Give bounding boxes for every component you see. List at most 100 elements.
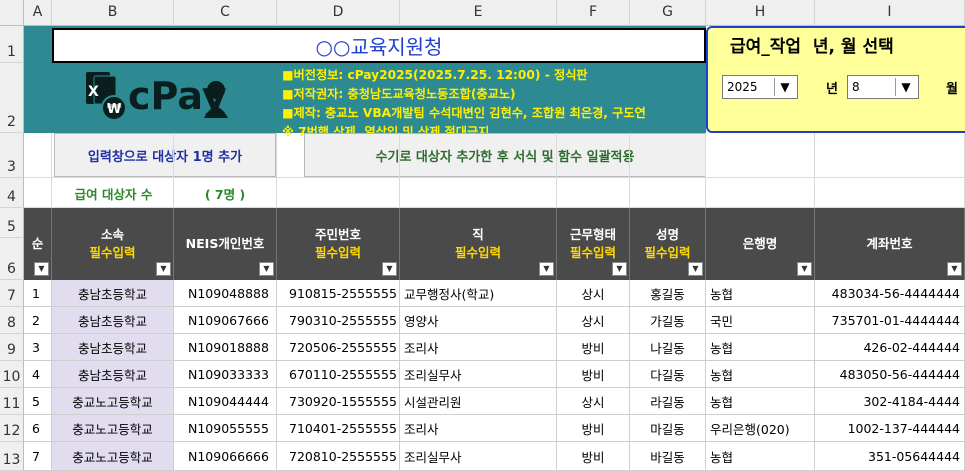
sheet-cell[interactable] [52,133,174,178]
row-header-3[interactable]: 3 [0,133,24,178]
cell-worktype[interactable]: 방비 [557,442,630,471]
sheet-cell[interactable] [277,133,400,178]
cell-job[interactable]: 조리실무사 [400,442,557,471]
cell-neis[interactable]: N109018888 [174,334,277,361]
cell-rrn[interactable]: 710401-2555555 [277,415,400,442]
cell-name[interactable]: 나길동 [630,334,706,361]
sheet-cell[interactable] [174,133,277,178]
sheet-cell[interactable] [24,178,52,208]
column-header-f[interactable]: F [557,0,630,26]
sheet-cell[interactable] [557,133,630,178]
select-all-corner[interactable] [0,0,24,26]
cell-seq[interactable]: 6 [24,415,52,442]
cell-neis[interactable]: N109067666 [174,307,277,334]
cell-dept[interactable]: 충남초등학교 [52,334,174,361]
sheet-cell[interactable] [174,178,277,208]
cell-name[interactable]: 다길동 [630,361,706,388]
cell-dept[interactable]: 충남초등학교 [52,307,174,334]
filter-dropdown-icon[interactable]: ▼ [156,262,171,276]
cell-worktype[interactable]: 상시 [557,388,630,415]
filter-dropdown-icon[interactable]: ▼ [688,262,703,276]
sheet-cell[interactable] [706,178,815,208]
sheet-cell[interactable] [815,178,965,208]
month-select[interactable]: 8 ▼ [847,75,919,99]
cell-seq[interactable]: 5 [24,388,52,415]
row-header-4[interactable]: 4 [0,178,24,208]
row-header-7[interactable]: 7 [0,280,24,307]
cell-name[interactable]: 홍길동 [630,280,706,307]
cell-seq[interactable]: 4 [24,361,52,388]
cell-seq[interactable]: 2 [24,307,52,334]
cell-neis[interactable]: N109044444 [174,388,277,415]
column-header-a[interactable]: A [24,0,52,26]
cell-account[interactable]: 1002-137-444444 [815,415,965,442]
sheet-cell[interactable] [557,178,630,208]
row-header-12[interactable]: 12 [0,415,24,442]
column-header-b[interactable]: B [52,0,174,26]
cell-dept[interactable]: 충교노고등학교 [52,388,174,415]
sheet-cell[interactable] [277,178,400,208]
cell-job[interactable]: 교무행정사(학교) [400,280,557,307]
row-header-9[interactable]: 9 [0,334,24,361]
cell-neis[interactable]: N109066666 [174,442,277,471]
column-header-d[interactable]: D [277,0,400,26]
column-header-g[interactable]: G [630,0,706,26]
cell-bank[interactable]: 국민 [706,307,815,334]
row-header-6[interactable]: 6 [0,238,24,280]
filter-dropdown-icon[interactable]: ▼ [34,262,49,276]
sheet-cell[interactable] [400,178,557,208]
cell-worktype[interactable]: 상시 [557,307,630,334]
cell-rrn[interactable]: 730920-1555555 [277,388,400,415]
month-dropdown-arrow-icon[interactable]: ▼ [895,78,916,96]
cell-name[interactable]: 라길동 [630,388,706,415]
cell-rrn[interactable]: 910815-2555555 [277,280,400,307]
cell-bank[interactable]: 농협 [706,361,815,388]
cell-neis[interactable]: N109055555 [174,415,277,442]
cell-rrn[interactable]: 720506-2555555 [277,334,400,361]
cell-rrn[interactable]: 670110-2555555 [277,361,400,388]
row-header-8[interactable]: 8 [0,307,24,334]
row-header-1[interactable]: 1 [0,26,24,63]
cell-bank[interactable]: 농협 [706,442,815,471]
column-header-c[interactable]: C [174,0,277,26]
filter-dropdown-icon[interactable]: ▼ [539,262,554,276]
cell-worktype[interactable]: 방비 [557,415,630,442]
cell-dept[interactable]: 충남초등학교 [52,361,174,388]
cell-account[interactable]: 483050-56-444444 [815,361,965,388]
column-header-e[interactable]: E [400,0,557,26]
sheet-cell[interactable] [52,178,174,208]
cell-account[interactable]: 735701-01-4444444 [815,307,965,334]
year-select[interactable]: 2025 ▼ [722,75,798,99]
cell-job[interactable]: 조리사 [400,334,557,361]
cell-account[interactable]: 351-05644444 [815,442,965,471]
row-header-10[interactable]: 10 [0,361,24,388]
cell-seq[interactable]: 1 [24,280,52,307]
cell-name[interactable]: 가길동 [630,307,706,334]
cell-job[interactable]: 조리실무사 [400,361,557,388]
cell-seq[interactable]: 7 [24,442,52,471]
row-header-2[interactable]: 2 [0,63,24,133]
cell-worktype[interactable]: 상시 [557,280,630,307]
cell-worktype[interactable]: 방비 [557,361,630,388]
cell-job[interactable]: 조리사 [400,415,557,442]
sheet-cell[interactable] [630,178,706,208]
cell-job[interactable]: 영양사 [400,307,557,334]
cell-dept[interactable]: 충교노고등학교 [52,442,174,471]
sheet-cell[interactable] [24,133,52,178]
cell-rrn[interactable]: 790310-2555555 [277,307,400,334]
sheet-cell[interactable] [815,133,965,178]
cell-account[interactable]: 483034-56-4444444 [815,280,965,307]
column-header-h[interactable]: H [706,0,815,26]
filter-dropdown-icon[interactable]: ▼ [947,262,962,276]
filter-dropdown-icon[interactable]: ▼ [259,262,274,276]
cell-account[interactable]: 302-4184-4444 [815,388,965,415]
cell-bank[interactable]: 우리은행(020) [706,415,815,442]
row-header-5[interactable]: 5 [0,208,24,238]
row-header-13[interactable]: 13 [0,442,24,471]
column-header-i[interactable]: I [815,0,965,26]
cell-neis[interactable]: N109048888 [174,280,277,307]
cell-account[interactable]: 426-02-444444 [815,334,965,361]
cell-bank[interactable]: 농협 [706,334,815,361]
sheet-cell[interactable] [630,133,706,178]
cell-rrn[interactable]: 720810-2555555 [277,442,400,471]
